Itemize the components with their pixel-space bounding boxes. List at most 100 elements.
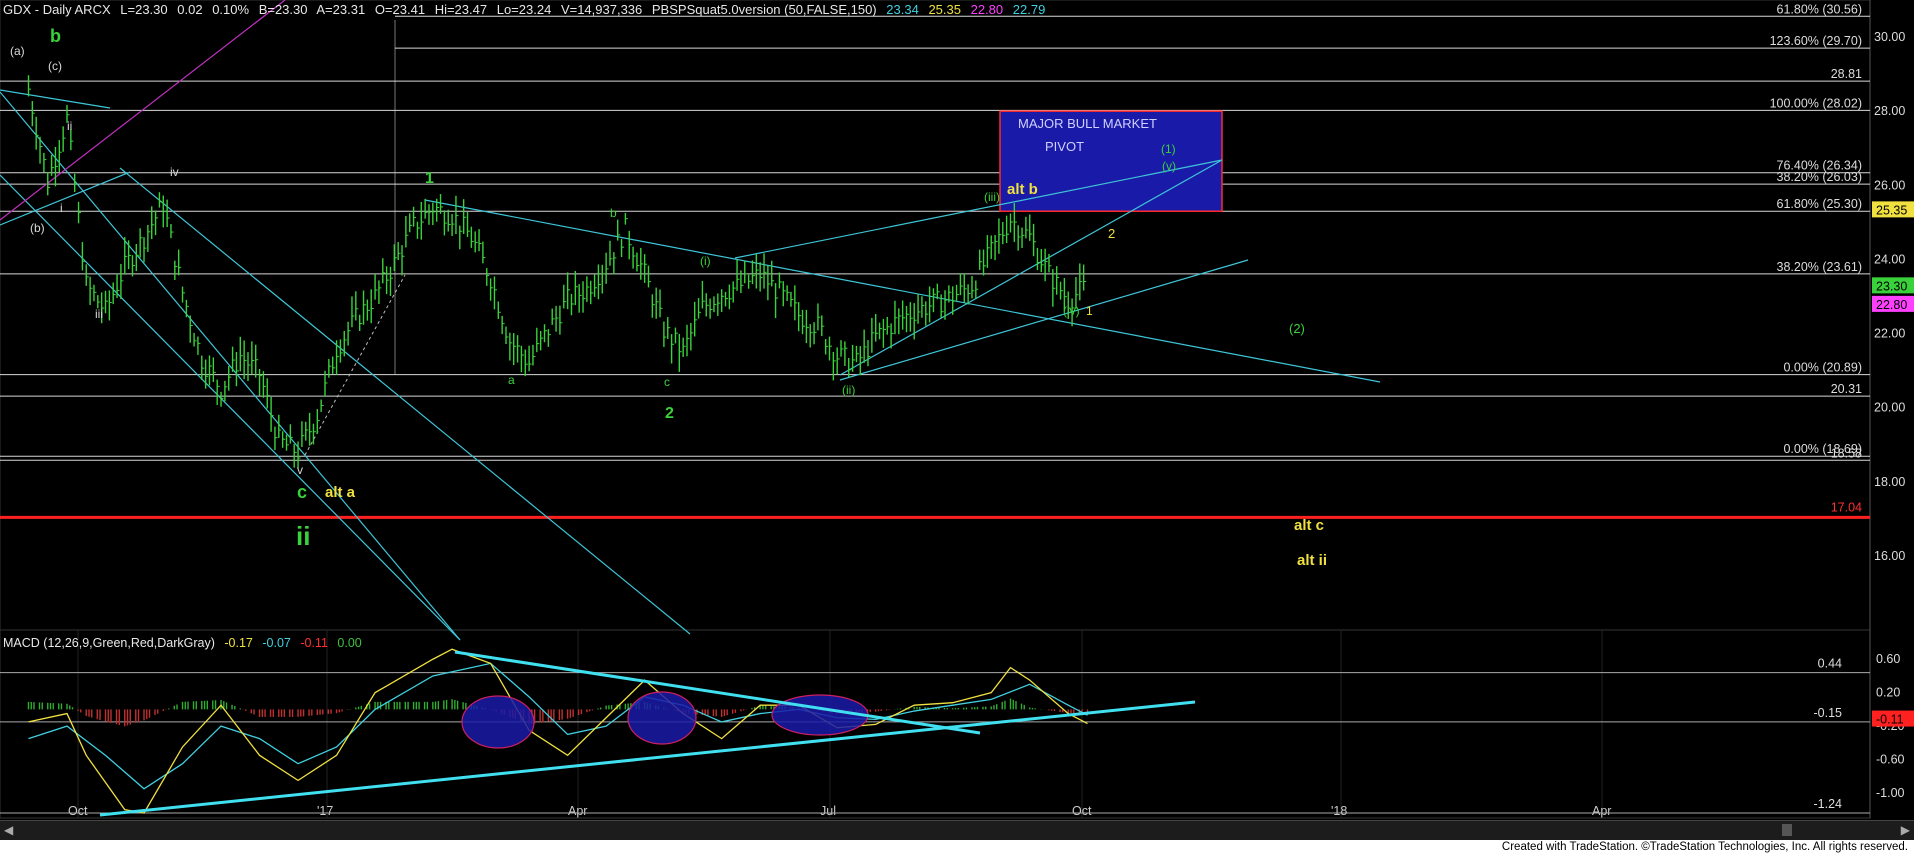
ask-price: A=23.31 <box>316 2 366 17</box>
time-tick-label: Apr <box>568 804 587 818</box>
low-price: Lo=23.24 <box>496 2 552 17</box>
pivot-box-title: MAJOR BULL MARKET <box>1018 116 1157 131</box>
price-tick-label: 16.00 <box>1874 549 1905 563</box>
macd-tick-label: -1.00 <box>1876 786 1905 800</box>
price-tick-label: 26.00 <box>1874 178 1905 192</box>
wave-label: (iii) <box>984 190 1000 204</box>
study-value-2: 25.35 <box>928 2 961 17</box>
red-level-label: 17.04 <box>1831 500 1862 514</box>
time-tick-label: Jul <box>820 804 836 818</box>
macd-value-4: 0.00 <box>337 636 362 650</box>
price-badge-label: 23.30 <box>1876 279 1907 293</box>
symbol-label: GDX - Daily ARCX <box>3 2 111 17</box>
level-label: 61.80% (25.30) <box>1777 197 1862 211</box>
macd-value-1: -0.17 <box>224 636 253 650</box>
level-label: 0.00% (20.89) <box>1783 361 1862 375</box>
time-tick-label: Oct <box>68 804 88 818</box>
macd-label: MACD (12,26,9,Green,Red,DarkGray) <box>3 636 215 650</box>
macd-header: MACD (12,26,9,Green,Red,DarkGray) -0.17 … <box>3 636 368 650</box>
bid-price: B=23.30 <box>258 2 308 17</box>
price-tick-label: 22.00 <box>1874 327 1905 341</box>
wave-label: (v) <box>1162 159 1176 173</box>
wave-label: a <box>508 373 515 387</box>
wave-label: ii <box>67 119 72 133</box>
wave-label: 2 <box>665 405 674 422</box>
footer-bar: Created with TradeStation. ©TradeStation… <box>0 840 1914 856</box>
horizontal-scrollbar[interactable]: ◀ ▶ <box>0 820 1914 840</box>
trend-line <box>119 167 691 635</box>
time-tick-label: Oct <box>1072 804 1092 818</box>
macd-highlight-ellipse <box>461 695 535 749</box>
level-label: 38.20% (23.61) <box>1777 260 1862 274</box>
wave-label: c <box>664 375 670 389</box>
macd-level-label: 0.44 <box>1818 657 1842 671</box>
time-tick-label: '18 <box>1331 804 1347 818</box>
wave-label: (a) <box>10 44 25 58</box>
macd-pane-frame <box>0 629 1871 819</box>
wave-label: (ii) <box>842 383 855 397</box>
wave-label: alt c <box>1294 517 1324 534</box>
price-badge-label: 22.80 <box>1876 298 1907 312</box>
wave-label: 2 <box>1108 226 1115 241</box>
last-price: L=23.30 <box>120 2 168 17</box>
wave-label: b <box>50 26 61 46</box>
wave-label: (1) <box>1161 142 1176 156</box>
price-pane-frame <box>0 0 1871 631</box>
price-tick-label: 18.00 <box>1874 475 1905 489</box>
macd-badge-label: -0.11 <box>1876 713 1904 727</box>
wave-label: iii <box>95 307 103 321</box>
price-tick-label: 24.00 <box>1874 252 1905 266</box>
macd-highlight-ellipse <box>627 691 697 745</box>
pivot-box-subtitle: PIVOT <box>1045 139 1084 154</box>
wave-label: alt a <box>325 484 356 501</box>
level-label: 123.60% (29.70) <box>1770 34 1862 48</box>
macd-line <box>28 648 1088 814</box>
scroll-left-arrow-icon[interactable]: ◀ <box>4 823 13 837</box>
macd-value-2: -0.07 <box>262 636 291 650</box>
scroll-thumb[interactable] <box>1782 824 1792 836</box>
wave-label: iv <box>170 165 179 179</box>
study-value-1: 23.34 <box>886 2 919 17</box>
price-tick-label: 30.00 <box>1874 30 1905 44</box>
dashed-trend-line <box>304 274 406 456</box>
wave-label: (2) <box>1289 321 1305 336</box>
chart-header: GDX - Daily ARCX L=23.30 0.02 0.10% B=23… <box>3 2 1051 17</box>
study-value-4: 22.79 <box>1012 2 1046 17</box>
wave-label: v <box>297 463 303 477</box>
macd-tick-label: -0.60 <box>1876 753 1905 767</box>
macd-level-label: -1.24 <box>1814 797 1843 811</box>
level-label: 38.20% (26.03) <box>1777 170 1862 184</box>
scroll-right-arrow-icon[interactable]: ▶ <box>1901 823 1910 837</box>
study-label: PBSPSquat5.0version (50,FALSE,150) <box>651 2 877 17</box>
wave-label: 1 <box>1086 304 1093 318</box>
time-tick-label: '17 <box>317 804 333 818</box>
high-price: Hi=23.47 <box>434 2 488 17</box>
price-change: 0.02 <box>177 2 203 17</box>
copyright-text: Created with TradeStation. ©TradeStation… <box>1501 841 1908 853</box>
wave-label: (c) <box>48 59 62 73</box>
wave-label: (iv) <box>1063 304 1080 318</box>
trend-line <box>0 171 131 226</box>
price-badge-label: 25.35 <box>1876 203 1907 217</box>
level-label: 100.00% (28.02) <box>1770 96 1862 110</box>
trend-line <box>0 174 461 641</box>
macd-tick-label: 0.20 <box>1876 686 1900 700</box>
level-label: 61.80% (30.56) <box>1777 2 1862 16</box>
volume: V=14,937,336 <box>560 2 643 17</box>
wave-label: b <box>610 206 617 220</box>
wave-label: alt b <box>1007 181 1038 198</box>
wave-label: (i) <box>700 254 711 268</box>
wave-label: alt ii <box>1297 552 1327 569</box>
price-tick-label: 20.00 <box>1874 401 1905 415</box>
wave-label: c <box>297 482 307 502</box>
wave-label: (b) <box>30 221 45 235</box>
trend-line <box>839 259 1249 381</box>
wave-label: ii <box>296 521 310 551</box>
trend-line <box>0 89 111 109</box>
price-tick-label: 28.00 <box>1874 104 1905 118</box>
level-label: 28.81 <box>1831 67 1862 81</box>
time-tick-label: Apr <box>1592 804 1611 818</box>
macd-level-label: -0.15 <box>1814 706 1843 720</box>
pct-change: 0.10% <box>212 2 250 17</box>
wave-label: 1 <box>425 170 434 187</box>
